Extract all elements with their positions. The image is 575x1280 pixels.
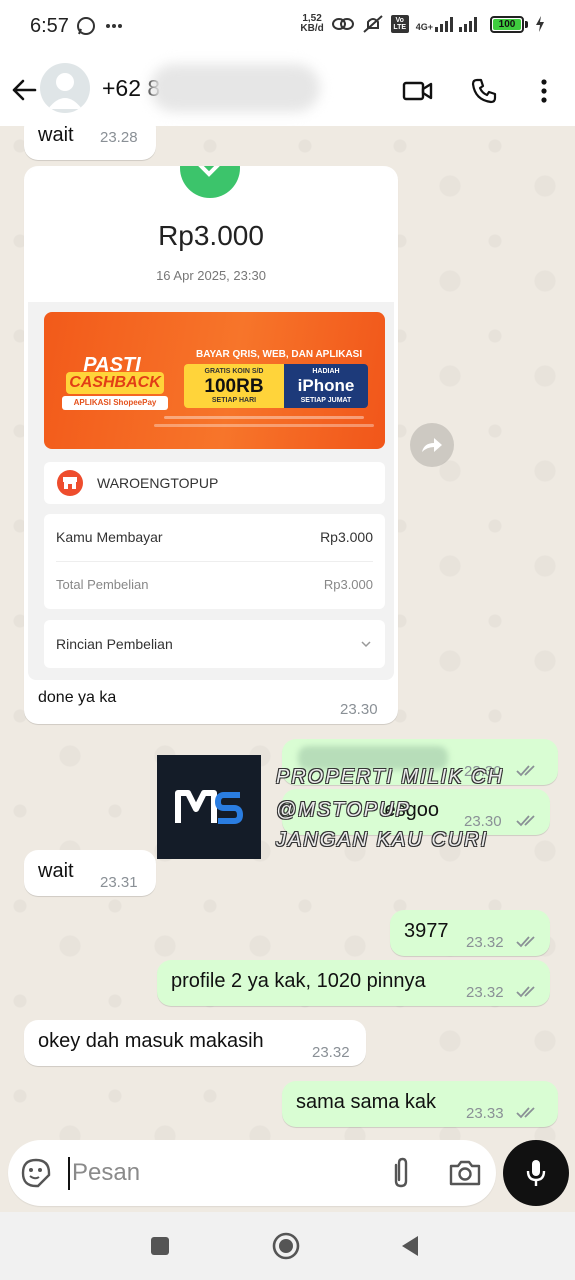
more-vert-icon xyxy=(541,79,547,103)
attach-button[interactable] xyxy=(386,1157,416,1189)
recents-square-icon xyxy=(151,1237,169,1255)
incoming-message[interactable]: wait 23.28 xyxy=(24,126,156,160)
watermark-line: JANGAN KAU CURI xyxy=(276,829,489,851)
emoji-button[interactable] xyxy=(20,1157,52,1189)
outgoing-message[interactable]: sama sama kak 23.33 xyxy=(282,1081,558,1127)
message-input[interactable] xyxy=(72,1157,372,1189)
network-speed: 1,52 KB/d xyxy=(300,13,324,34)
incoming-message[interactable]: okey dah masuk makasih 23.32 xyxy=(24,1020,366,1066)
chat-header: +62 8 xyxy=(0,56,575,126)
avatar[interactable] xyxy=(40,63,90,113)
store-icon xyxy=(57,470,83,496)
recents-button[interactable] xyxy=(146,1232,174,1260)
double-check-icon xyxy=(516,765,535,777)
watermark-line: @MSTOPUP xyxy=(276,799,411,821)
promo-banner: PASTI CASHBACK APLIKASI ShopeePay BAYAR … xyxy=(44,312,385,449)
chat-area[interactable]: wait 23.28 Rp3.000 16 Apr 2025, 23:30 PA… xyxy=(0,126,575,1140)
sticker-emoji-icon xyxy=(21,1158,51,1188)
watermark-logo xyxy=(157,755,261,859)
payment-receipt[interactable]: Rp3.000 16 Apr 2025, 23:30 PASTI CASHBAC… xyxy=(28,166,394,680)
double-check-icon xyxy=(516,986,535,998)
system-nav-bar xyxy=(0,1212,575,1280)
home-button[interactable] xyxy=(272,1232,300,1260)
network-badge: Vo LTE xyxy=(390,15,409,33)
phone-icon xyxy=(471,78,497,104)
default-avatar-icon xyxy=(48,73,82,109)
redacted-name xyxy=(150,64,320,112)
double-check-icon xyxy=(516,1107,535,1119)
video-call-button[interactable] xyxy=(400,73,436,109)
status-bar: 6:57 1,52 KB/d Vo LTE 4G+ 100 xyxy=(0,0,575,56)
signal-icon: 4G+ xyxy=(416,16,483,32)
more-options-button[interactable] xyxy=(526,73,562,109)
video-call-icon xyxy=(402,81,433,101)
link-icon xyxy=(331,18,354,30)
attach-icon xyxy=(394,1157,408,1188)
merchant-row: WAROENGTOPUP xyxy=(44,462,385,504)
receipt-date: 16 Apr 2025, 23:30 xyxy=(156,268,266,283)
status-time: 6:57 xyxy=(30,15,69,37)
back-button[interactable] xyxy=(10,73,38,107)
outgoing-message[interactable]: profile 2 ya kak, 1020 pinnya 23.32 xyxy=(157,960,550,1006)
message-composer xyxy=(8,1140,496,1206)
image-caption: done ya ka xyxy=(38,689,117,706)
outgoing-message[interactable]: 3977 23.32 xyxy=(390,910,550,956)
nav-back-button[interactable] xyxy=(396,1232,424,1260)
home-circle-icon xyxy=(272,1232,300,1260)
payment-summary: Kamu Membayar Rp3.000 Total Pembelian Rp… xyxy=(44,514,385,609)
purchase-details-row: Rincian Pembelian xyxy=(44,620,385,668)
forward-icon xyxy=(422,438,442,452)
success-check-icon xyxy=(180,166,240,198)
image-message[interactable]: Rp3.000 16 Apr 2025, 23:30 PASTI CASHBAC… xyxy=(24,166,398,724)
camera-button[interactable] xyxy=(448,1157,482,1189)
receipt-amount: Rp3.000 xyxy=(158,220,264,251)
double-check-icon xyxy=(516,815,535,827)
mute-icon xyxy=(363,15,383,33)
back-triangle-icon xyxy=(402,1236,418,1256)
back-arrow-icon xyxy=(12,79,37,101)
watermark-line: PROPERTI MILIK CH xyxy=(276,766,505,788)
more-dots-icon xyxy=(106,24,122,28)
camera-icon xyxy=(449,1160,481,1186)
mic-icon xyxy=(526,1160,546,1186)
forward-button[interactable] xyxy=(410,423,454,467)
battery-indicator: 100 xyxy=(490,15,528,33)
whatsapp-icon xyxy=(77,17,95,35)
double-check-icon xyxy=(516,936,535,948)
chevron-down-icon xyxy=(361,641,371,648)
incoming-message[interactable]: wait 23.31 xyxy=(24,850,156,896)
charging-icon xyxy=(536,16,544,32)
voice-call-button[interactable] xyxy=(466,73,502,109)
voice-record-button[interactable] xyxy=(503,1140,569,1206)
merchant-name: WAROENGTOPUP xyxy=(97,475,219,491)
